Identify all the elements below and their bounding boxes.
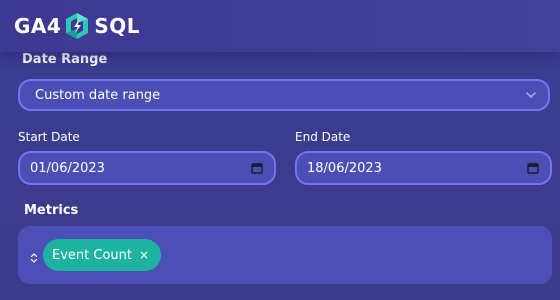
start-date-input[interactable]: 01/06/2023 — [18, 151, 276, 185]
end-date-label: End Date — [295, 130, 351, 144]
remove-chip-icon[interactable]: × — [139, 248, 149, 262]
brand-text-left: GA4 — [14, 14, 62, 38]
chevron-down-icon — [525, 89, 537, 101]
sort-icon[interactable] — [30, 249, 38, 263]
ga4-sql-logo-icon — [62, 11, 92, 41]
start-date-label: Start Date — [18, 130, 80, 144]
date-range-label: Date Range — [22, 52, 108, 67]
calendar-icon[interactable] — [527, 162, 539, 174]
brand-text-right: SQL — [94, 14, 140, 38]
metric-chip-label: Event Count — [52, 247, 132, 263]
date-range-value: Custom date range — [35, 87, 161, 103]
date-range-select[interactable]: Custom date range — [18, 79, 550, 111]
header-bar: GA4 SQL — [0, 0, 560, 52]
metrics-label: Metrics — [24, 203, 79, 218]
end-date-input[interactable]: 18/06/2023 — [295, 151, 552, 185]
metric-chip-event-count: Event Count × — [43, 239, 162, 271]
start-date-value: 01/06/2023 — [30, 160, 105, 176]
calendar-icon[interactable] — [251, 162, 263, 174]
metrics-multiselect[interactable]: Event Count × — [18, 226, 552, 284]
end-date-value: 18/06/2023 — [307, 160, 382, 176]
app-logo[interactable]: GA4 SQL — [14, 11, 140, 41]
